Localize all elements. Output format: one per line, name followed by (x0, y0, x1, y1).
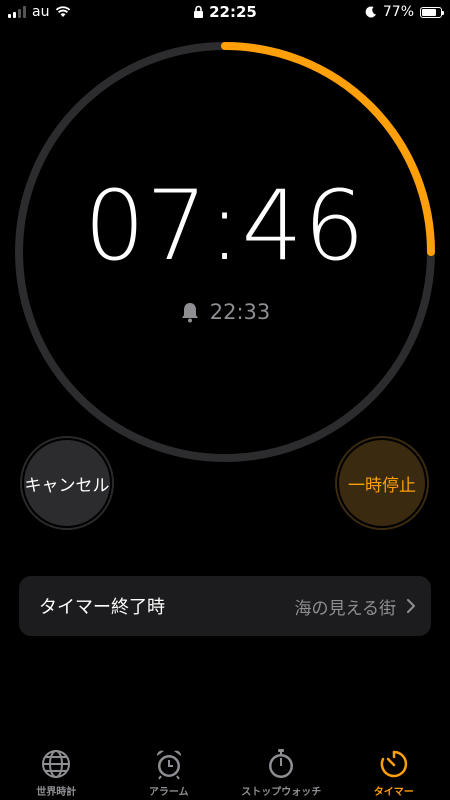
tab-world-clock[interactable]: 世界時計 (0, 744, 112, 798)
when-timer-ends-label: タイマー終了時 (39, 597, 165, 618)
tab-stopwatch-label: ストップウォッチ (241, 787, 322, 798)
pause-button[interactable]: 一時停止 (335, 436, 429, 530)
tab-alarm[interactable]: アラーム (113, 744, 225, 798)
tab-bar: 世界時計 アラーム ストップウォッチ タイマー (0, 744, 450, 800)
tab-world-clock-label: 世界時計 (36, 787, 77, 798)
cancel-button[interactable]: キャンセル (20, 436, 114, 530)
tab-timer[interactable]: タイマー (338, 744, 450, 798)
pause-button-label: 一時停止 (339, 440, 425, 526)
alarm-clock-icon (156, 750, 181, 780)
when-timer-ends-value-group: 海の見える街 (294, 594, 415, 619)
when-timer-ends-value: 海の見える街 (294, 598, 397, 619)
tab-timer-label: タイマー (373, 787, 414, 798)
tab-alarm-label: アラーム (148, 787, 189, 798)
timer-end-time: 22:33 (209, 300, 271, 324)
when-timer-ends-row[interactable]: タイマー終了時 海の見える街 (19, 576, 431, 636)
timer-icon (380, 750, 407, 778)
cancel-button-label: キャンセル (24, 440, 110, 526)
tab-stopwatch[interactable]: ストップウォッチ (225, 744, 337, 798)
stopwatch-icon (269, 749, 294, 778)
timer-end-time-row: 22:33 (0, 300, 450, 324)
bell-icon (181, 303, 198, 323)
globe-icon (42, 750, 71, 778)
chevron-right-icon (407, 599, 415, 613)
timer-remaining: 07:46 (84, 170, 366, 282)
